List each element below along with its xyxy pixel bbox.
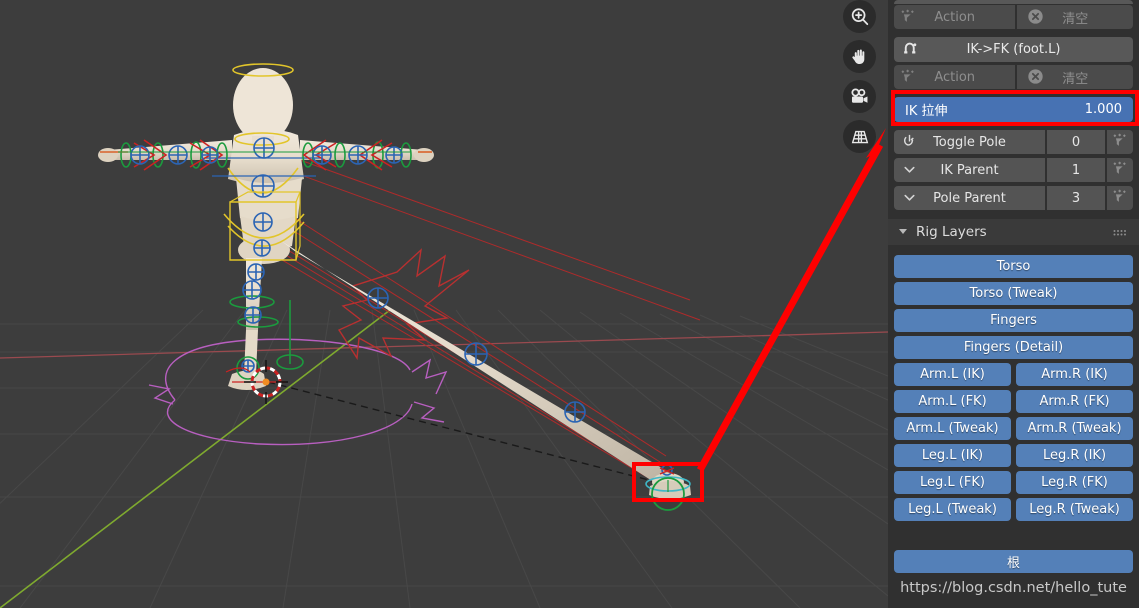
blender-window: Action 清空 IK->FK (foot.L) Action 清空 IK 拉…: [0, 0, 1139, 608]
rig-layer-pair-arm-ik: Arm.L (IK) Arm.R (IK): [894, 363, 1133, 390]
rig-layer-leg-l-ik[interactable]: Leg.L (IK): [894, 444, 1011, 467]
rig-layer-pair-arm-tweak: Arm.L (Tweak) Arm.R (Tweak): [894, 417, 1133, 444]
root-widget: [148, 338, 448, 446]
rig-layer-torso-tweak[interactable]: Torso (Tweak): [894, 282, 1133, 305]
rig-layer-leg-l-tweak[interactable]: Leg.L (Tweak): [894, 498, 1011, 521]
rig-layer-pair-leg-fk: Leg.L (FK) Leg.R (FK): [894, 471, 1133, 498]
pole-parent-dropdown[interactable]: Pole Parent: [894, 186, 1045, 210]
3d-viewport[interactable]: [0, 0, 888, 608]
ik-parent-label: IK Parent: [940, 162, 999, 178]
rig-layer-pair-leg-tweak: Leg.L (Tweak) Leg.R (Tweak): [894, 498, 1133, 525]
toggle-pole-value[interactable]: 0: [1047, 130, 1105, 154]
rig-layer-leg-l-fk[interactable]: Leg.L (FK): [894, 471, 1011, 494]
clear-label-operator: 清空: [1062, 71, 1089, 87]
hand-pan-icon[interactable]: [843, 40, 876, 73]
rig-layer-root[interactable]: 根: [894, 550, 1133, 573]
animate-property-icon: [900, 8, 916, 28]
action-label-top: Action: [934, 9, 976, 25]
watermark-text: https://blog.csdn.net/hello_tute: [900, 580, 1127, 596]
pole-parent-row[interactable]: Pole Parent 3: [894, 186, 1133, 210]
clear-label-top: 清空: [1062, 11, 1089, 27]
ik-parent-value[interactable]: 1: [1047, 158, 1105, 182]
toggle-pole-row[interactable]: Toggle Pole 0: [894, 130, 1133, 154]
rig-layer-pair-arm-fk: Arm.L (FK) Arm.R (FK): [894, 390, 1133, 417]
previous-operator-header[interactable]: [894, 0, 1133, 4]
properties-sidebar[interactable]: Action 清空 IK->FK (foot.L) Action 清空 IK 拉…: [888, 0, 1139, 608]
animate-property-icon: [1112, 132, 1128, 152]
rig-layer-leg-r-tweak[interactable]: Leg.R (Tweak): [1016, 498, 1133, 521]
action-label-operator: Action: [934, 69, 976, 85]
toggle-pole-keyframe-button[interactable]: [1107, 130, 1133, 154]
rig-layer-arm-l-tweak[interactable]: Arm.L (Tweak): [894, 417, 1011, 440]
axis-y-line: [0, 309, 391, 608]
triangle-down-icon: [898, 224, 908, 240]
rig-layer-leg-r-ik[interactable]: Leg.R (IK): [1016, 444, 1133, 467]
operator-title: IK->FK (foot.L): [966, 42, 1061, 57]
ik-parent-row[interactable]: IK Parent 1: [894, 158, 1133, 182]
grid-perspective-icon[interactable]: [843, 120, 876, 153]
rig-layers-title: Rig Layers: [916, 224, 987, 240]
ik-stretch-value: 1.000: [1084, 102, 1122, 117]
ik-stretch-slider[interactable]: IK 拉伸 1.000: [894, 97, 1133, 122]
action-row-operator[interactable]: Action 清空: [894, 65, 1133, 89]
clear-button-operator[interactable]: 清空: [1017, 65, 1133, 89]
toggle-pole-label: Toggle Pole: [933, 134, 1006, 150]
ik-parent-keyframe-button[interactable]: [1107, 158, 1133, 182]
snap-magnet-icon: [901, 40, 920, 63]
rig-layer-arm-r-tweak[interactable]: Arm.R (Tweak): [1016, 417, 1133, 440]
animate-property-icon: [1112, 188, 1128, 208]
rig-layer-torso[interactable]: Torso: [894, 255, 1133, 278]
rig-layer-fingers[interactable]: Fingers: [894, 309, 1133, 332]
rig-layer-arm-l-fk[interactable]: Arm.L (FK): [894, 390, 1011, 413]
rig-layer-leg-r-fk[interactable]: Leg.R (FK): [1016, 471, 1133, 494]
action-row-top[interactable]: Action 清空: [894, 5, 1133, 29]
chevron-down-icon: [901, 189, 918, 210]
pole-parent-value[interactable]: 3: [1047, 186, 1105, 210]
rig-layers-header[interactable]: Rig Layers: [888, 219, 1139, 245]
rig-layer-arm-r-fk[interactable]: Arm.R (FK): [1016, 390, 1133, 413]
drag-grip-icon[interactable]: [1113, 227, 1127, 243]
chevron-down-icon: [901, 161, 918, 182]
animate-property-icon: [1112, 160, 1128, 180]
action-button-operator[interactable]: Action: [894, 65, 1016, 89]
rig-layer-pair-leg-ik: Leg.L (IK) Leg.R (IK): [894, 444, 1133, 471]
x-circle-icon: [1027, 8, 1044, 29]
zoom-in-icon[interactable]: [843, 0, 876, 33]
viewport-toolbar[interactable]: [843, 0, 876, 153]
ik-to-fk-operator-header[interactable]: IK->FK (foot.L): [894, 37, 1133, 62]
toggle-pole-button[interactable]: Toggle Pole: [894, 130, 1045, 154]
camera-icon[interactable]: [843, 80, 876, 113]
pole-parent-keyframe-button[interactable]: [1107, 186, 1133, 210]
rig-layers-body[interactable]: Torso Torso (Tweak) Fingers Fingers (Det…: [888, 245, 1139, 596]
constraint-lines: [231, 149, 701, 481]
ik-stretch-label: IK 拉伸: [905, 104, 948, 119]
x-circle-icon: [1027, 68, 1044, 89]
ik-parent-dropdown[interactable]: IK Parent: [894, 158, 1045, 182]
action-button-top[interactable]: Action: [894, 5, 1016, 29]
animate-property-icon: [900, 68, 916, 88]
constraint-icon: [901, 133, 918, 154]
clear-button-top[interactable]: 清空: [1017, 5, 1133, 29]
pole-target-widget: [337, 248, 470, 361]
rig-layer-fingers-detail[interactable]: Fingers (Detail): [894, 336, 1133, 359]
pole-parent-label: Pole Parent: [933, 190, 1006, 206]
rig-layer-arm-r-ik[interactable]: Arm.R (IK): [1016, 363, 1133, 386]
rig-layer-arm-l-ik[interactable]: Arm.L (IK): [894, 363, 1011, 386]
